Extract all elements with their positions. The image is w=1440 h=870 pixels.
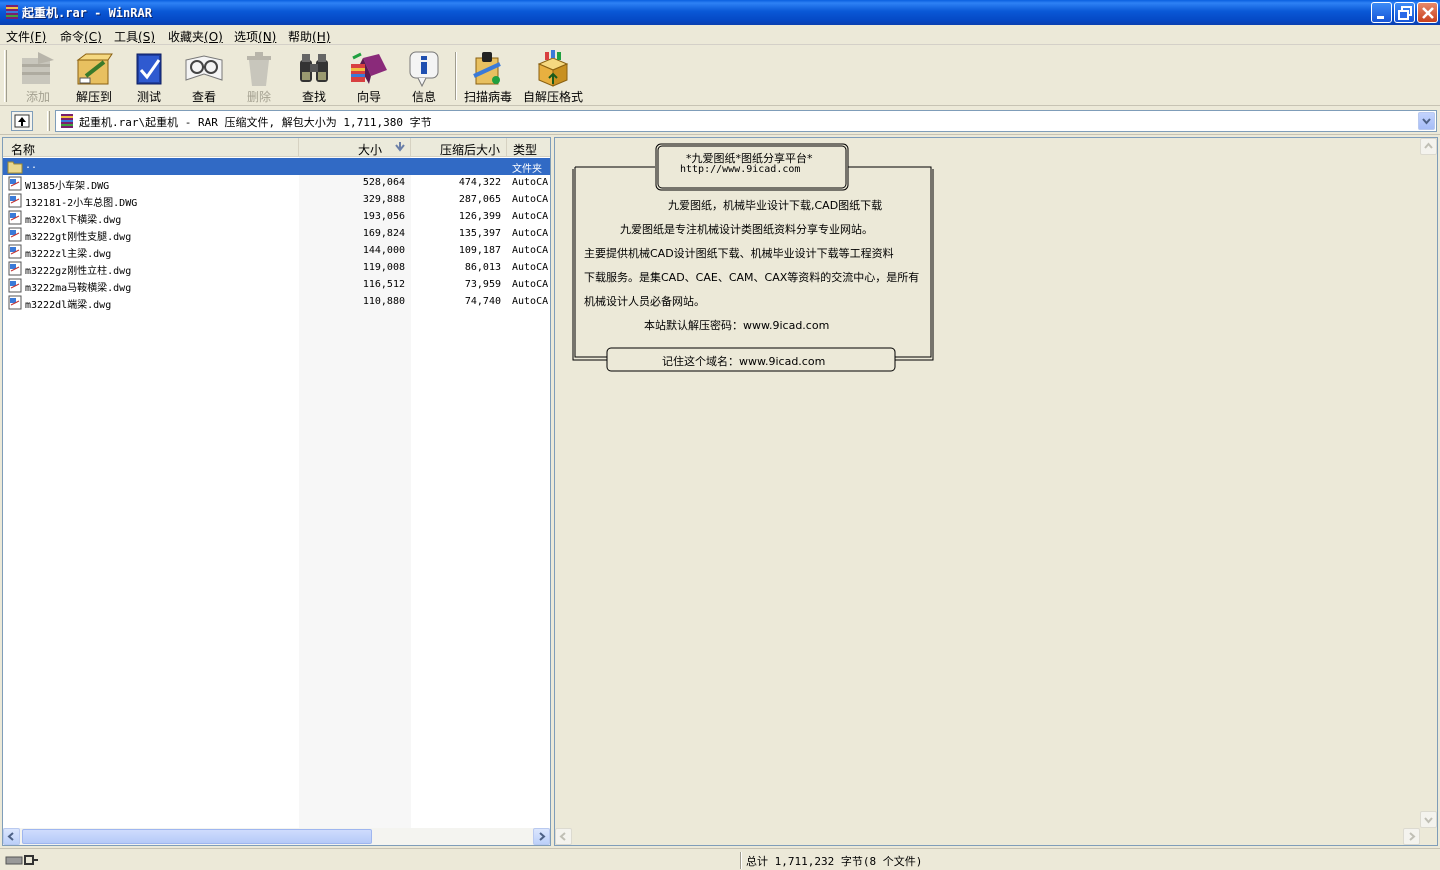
scroll-left-button[interactable] <box>3 828 20 845</box>
comment-line: 下载服务。是集CAD、CAE、CAM、CAX等资料的交流中心，是所有 <box>584 271 920 284</box>
address-combobox[interactable]: 起重机.rar\起重机 - RAR 压缩文件, 解包大小为 1,711,380 … <box>55 110 1437 132</box>
menu-help[interactable]: 帮助(H) <box>288 28 330 45</box>
list-item[interactable]: m3220xl下横梁.dwg 193,056 126,399 AutoCA <box>3 209 550 226</box>
dwg-file-icon <box>8 295 22 310</box>
comment-header-url: http://www.9icad.com <box>680 164 801 175</box>
up-arrow-icon <box>14 114 30 128</box>
chevron-right-icon <box>1409 832 1416 841</box>
find-icon <box>300 54 328 82</box>
delete-button[interactable]: 删除 <box>233 48 285 104</box>
comment-line: 本站默认解压密码：www.9icad.com <box>644 319 830 332</box>
menu-commands[interactable]: 命令(C) <box>60 28 102 45</box>
address-grip[interactable] <box>47 111 50 131</box>
scroll-thumb[interactable] <box>22 829 372 844</box>
close-button[interactable] <box>1417 2 1438 23</box>
list-item[interactable]: m3222dl端梁.dwg 110,880 74,740 AutoCA <box>3 294 550 311</box>
minimize-button[interactable] <box>1371 2 1392 23</box>
list-item-parent-folder[interactable]: .. 文件夹 <box>3 158 550 175</box>
menu-tools[interactable]: 工具(S) <box>114 28 155 45</box>
column-header-packed[interactable]: 压缩后大小 <box>411 138 507 157</box>
scroll-up-button[interactable] <box>1420 138 1437 155</box>
sort-descending-icon <box>395 142 405 152</box>
comment-line: 九爱图纸，机械毕业设计下载,CAD图纸下载 <box>668 199 883 212</box>
chevron-left-icon <box>7 832 14 841</box>
scroll-left-button[interactable] <box>555 828 572 845</box>
rar-archive-icon <box>61 114 73 128</box>
info-button[interactable]: 信息 <box>398 48 450 104</box>
up-one-level-button[interactable] <box>11 111 33 131</box>
address-bar: 起重机.rar\起重机 - RAR 压缩文件, 解包大小为 1,711,380 … <box>0 107 1440 135</box>
scroll-right-button[interactable] <box>1403 828 1420 845</box>
chevron-down-icon <box>1424 817 1433 824</box>
comment-line: 主要提供机械CAD设计图纸下载、机械毕业设计下载等工程资料 <box>584 247 894 260</box>
list-item[interactable]: W1385小车架.DWG 528,064 474,322 AutoCA <box>3 175 550 192</box>
find-button[interactable]: 查找 <box>288 48 340 104</box>
view-icon <box>185 55 223 81</box>
sfx-button[interactable]: 自解压格式 <box>523 48 583 104</box>
test-button[interactable]: 测试 <box>123 48 175 104</box>
dwg-file-icon <box>8 244 22 259</box>
restore-icon <box>1398 6 1412 20</box>
menu-bar: 文件(F) 命令(C) 工具(S) 收藏夹(O) 选项(N) 帮助(H) <box>0 25 1440 45</box>
status-total: 总计 1,711,232 字节(8 个文件) <box>746 855 923 868</box>
status-divider <box>740 852 742 869</box>
folder-up-icon <box>7 161 23 174</box>
chevron-left-icon <box>559 832 566 841</box>
scroll-down-button[interactable] <box>1420 811 1437 828</box>
column-header-name[interactable]: 名称 <box>3 138 299 157</box>
title-bar: 起重机.rar - WinRAR <box>0 0 1440 25</box>
wizard-icon <box>351 52 387 84</box>
dwg-file-icon <box>8 210 22 225</box>
extract-icon <box>76 53 113 85</box>
restore-button[interactable] <box>1394 2 1415 23</box>
add-icon <box>22 52 54 84</box>
list-item[interactable]: 132181-2小车总图.DWG 329,888 287,065 AutoCA <box>3 192 550 209</box>
address-dropdown-button[interactable] <box>1418 112 1435 130</box>
dwg-file-icon <box>8 193 22 208</box>
key-icon <box>5 855 38 865</box>
list-item[interactable]: m3222gt刚性支腿.dwg 169,824 135,397 AutoCA <box>3 226 550 243</box>
scroll-right-button[interactable] <box>533 828 550 845</box>
chevron-right-icon <box>539 832 546 841</box>
dwg-file-icon <box>8 278 22 293</box>
menu-file[interactable]: 文件(F) <box>6 28 46 45</box>
comment-hscrollbar[interactable] <box>555 828 1420 845</box>
file-list-hscrollbar[interactable] <box>3 828 550 845</box>
comment-line: 九爱图纸是专注机械设计类图纸资料分享专业网站。 <box>620 223 873 236</box>
test-icon <box>136 53 162 85</box>
window-title: 起重机.rar - WinRAR <box>22 6 152 20</box>
comment-vscrollbar[interactable] <box>1420 138 1437 828</box>
archive-comment-pane: *九爱图纸*图纸分享平台* http://www.9icad.com 九爱图纸，… <box>554 137 1438 846</box>
menu-options[interactable]: 选项(N) <box>234 28 276 45</box>
list-header: 名称 大小 压缩后大小 类型 <box>3 138 550 157</box>
menu-favorites[interactable]: 收藏夹(O) <box>168 28 223 45</box>
toolbar: 添加 解压到 测试 查看 删除 查找 向导 信息 扫描病毒 自解压格式 <box>0 46 1440 106</box>
dwg-file-icon <box>8 227 22 242</box>
dwg-file-icon <box>8 176 22 191</box>
virus-scan-button[interactable]: 扫描病毒 <box>462 48 514 104</box>
add-button[interactable]: 添加 <box>12 48 64 104</box>
comment-footer: 记住这个域名：www.9icad.com <box>662 355 826 368</box>
list-item[interactable]: m3222ma马鞍横梁.dwg 116,512 73,959 AutoCA <box>3 277 550 294</box>
close-icon <box>1422 7 1434 19</box>
virus-scan-icon <box>473 52 501 85</box>
sfx-icon <box>537 50 569 87</box>
list-item[interactable]: m3222zl主梁.dwg 144,000 109,187 AutoCA <box>3 243 550 260</box>
info-icon <box>409 51 439 88</box>
file-list[interactable]: 名称 大小 压缩后大小 类型 .. 文件夹 W1385小车架.DWG 528,0… <box>2 137 551 846</box>
chevron-up-icon <box>1424 142 1433 149</box>
comment-line: 机械设计人员必备网站。 <box>584 295 705 308</box>
list-item[interactable]: m3222gz刚性立柱.dwg 119,008 86,013 AutoCA <box>3 260 550 277</box>
delete-icon <box>247 52 271 86</box>
minimize-icon <box>1377 16 1384 19</box>
dwg-file-icon <box>8 261 22 276</box>
view-button[interactable]: 查看 <box>178 48 230 104</box>
wizard-button[interactable]: 向导 <box>343 48 395 104</box>
column-header-type[interactable]: 类型 <box>507 138 550 157</box>
status-bar: 总计 1,711,232 字节(8 个文件) <box>0 848 1440 870</box>
extract-to-button[interactable]: 解压到 <box>68 48 120 104</box>
address-text: 起重机.rar\起重机 - RAR 压缩文件, 解包大小为 1,711,380 … <box>79 116 432 129</box>
winrar-app-icon <box>6 5 18 19</box>
chevron-down-icon <box>1422 118 1431 125</box>
